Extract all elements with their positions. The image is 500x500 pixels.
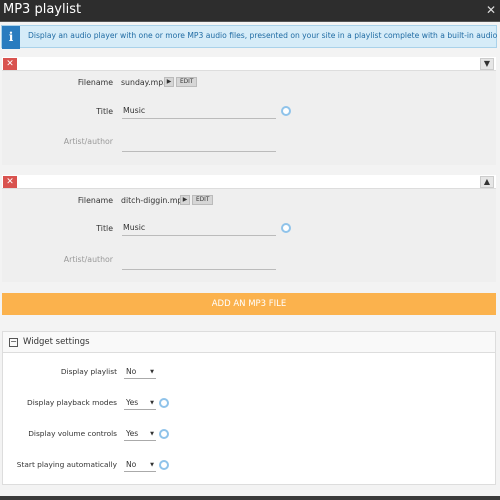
info-icon: i <box>2 26 20 49</box>
setting-label: Start playing automatically <box>16 460 117 469</box>
add-mp3-button[interactable]: ADD AN MP3 FILE <box>2 293 496 315</box>
setting-label: Display playback modes <box>27 398 117 407</box>
edit-file-button[interactable]: EDIT <box>192 195 214 205</box>
widget-settings-title: Widget settings <box>23 337 90 347</box>
close-icon[interactable]: ✕ <box>486 3 496 17</box>
playlist-item-header: ✕ ▲ <box>2 175 496 189</box>
remove-item-button[interactable]: ✕ <box>3 176 17 188</box>
remove-item-button[interactable]: ✕ <box>3 58 17 70</box>
setting-label: Display playlist <box>60 367 117 376</box>
title-label: Title <box>96 107 113 116</box>
move-up-button[interactable]: ▲ <box>480 176 494 188</box>
help-icon[interactable] <box>159 460 169 470</box>
title-input[interactable]: Music <box>122 223 276 236</box>
title-input[interactable]: Music <box>122 106 276 119</box>
play-button[interactable]: ▶ <box>180 195 190 205</box>
artist-input[interactable] <box>122 257 276 270</box>
caret-down-icon: ▼ <box>150 400 154 406</box>
move-down-button[interactable]: ▼ <box>480 58 494 70</box>
edit-file-button[interactable]: EDIT <box>176 77 198 87</box>
widget-settings-panel: Display playlist No ▼ Display playback m… <box>2 353 496 485</box>
filename-value: ditch-diggin.mp3 <box>121 196 188 205</box>
playlist-item: Filename ditch-diggin.mp3 ▶ EDIT Title M… <box>2 189 496 282</box>
title-label: Title <box>96 224 113 233</box>
help-icon[interactable] <box>281 106 291 116</box>
artist-label: Artist/author <box>63 255 113 264</box>
filename-label: Filename <box>77 196 113 205</box>
filename-value: sunday.mp3 <box>121 78 169 87</box>
play-button[interactable]: ▶ <box>164 77 174 87</box>
caret-down-icon: ▼ <box>150 369 154 375</box>
select-value: No <box>126 367 137 376</box>
help-icon[interactable] <box>281 223 291 233</box>
artist-input[interactable] <box>122 139 276 152</box>
info-text: Display an audio player with one or more… <box>28 31 500 40</box>
select-value: Yes <box>126 398 139 407</box>
select-value: Yes <box>126 429 139 438</box>
help-icon[interactable] <box>159 398 169 408</box>
playlist-item: Filename sunday.mp3 ▶ EDIT Title Music A… <box>2 71 496 165</box>
setting-label: Display volume controls <box>28 429 117 438</box>
filename-label: Filename <box>77 78 113 87</box>
playlist-item-header: ✕ ▼ <box>2 57 496 71</box>
window-title: MP3 playlist <box>3 2 82 17</box>
display-playback-modes-select[interactable]: Yes ▼ <box>124 397 156 410</box>
window-titlebar: MP3 playlist ✕ <box>0 0 500 22</box>
display-volume-controls-select[interactable]: Yes ▼ <box>124 428 156 441</box>
caret-down-icon: ▼ <box>150 462 154 468</box>
display-playlist-select[interactable]: No ▼ <box>124 366 156 379</box>
widget-settings-header[interactable]: − Widget settings <box>2 331 496 353</box>
select-value: No <box>126 460 137 469</box>
start-playing-automatically-select[interactable]: No ▼ <box>124 459 156 472</box>
artist-label: Artist/author <box>63 137 113 146</box>
collapse-icon[interactable]: − <box>9 338 18 347</box>
help-icon[interactable] <box>159 429 169 439</box>
bottom-bar <box>0 496 500 500</box>
info-banner: i Display an audio player with one or mo… <box>1 25 500 49</box>
caret-down-icon: ▼ <box>150 431 154 437</box>
